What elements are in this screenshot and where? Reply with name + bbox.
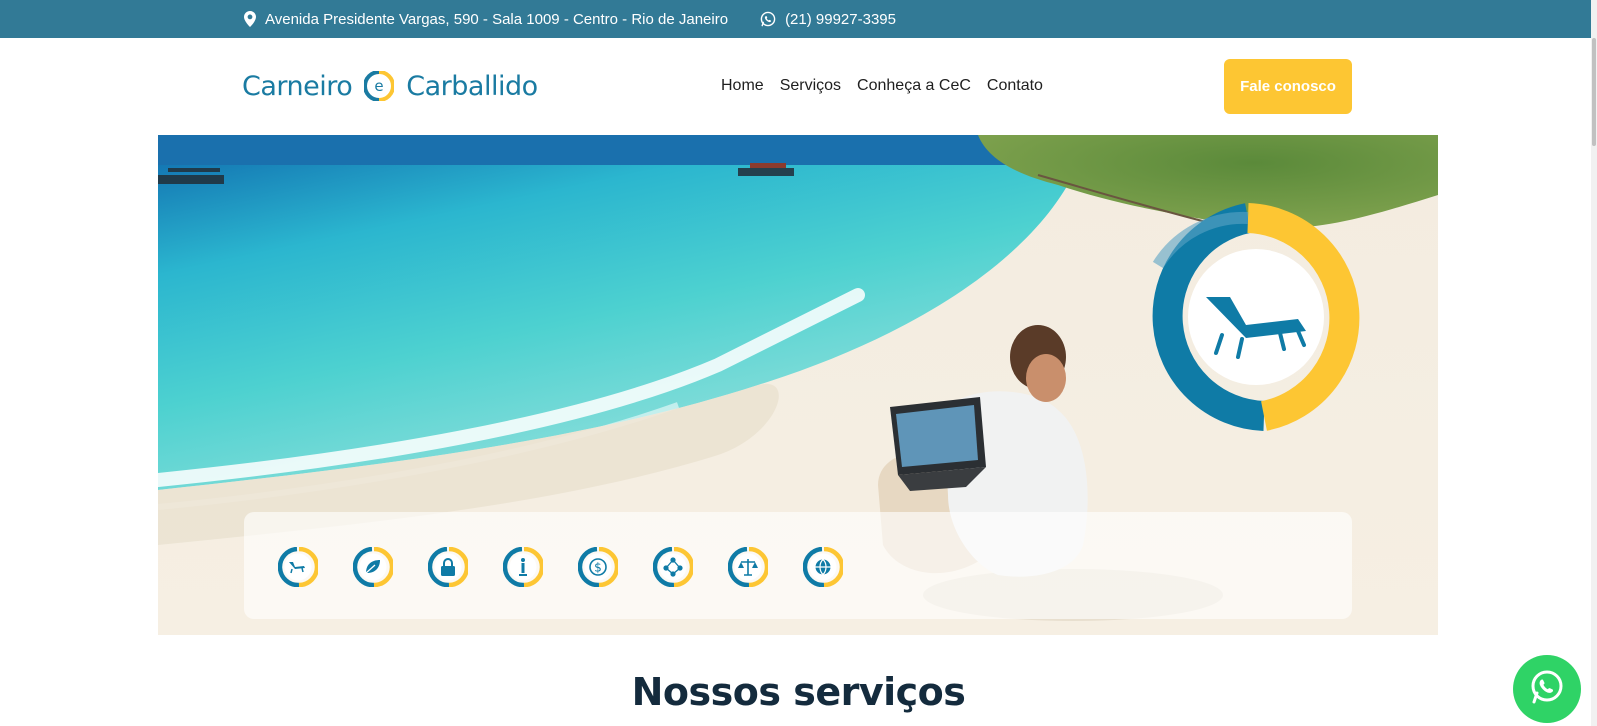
- logo-word-carballido: Carballido: [406, 70, 538, 102]
- logo-e-letter: e: [375, 77, 384, 95]
- service-leaf-icon[interactable]: [353, 547, 393, 587]
- address-text: Avenida Presidente Vargas, 590 - Sala 10…: [265, 10, 729, 28]
- service-scales-icon[interactable]: [728, 547, 768, 587]
- whatsapp-icon: [1527, 667, 1567, 712]
- fale-conosco-button[interactable]: Fale conosco: [1224, 59, 1352, 114]
- nav-conheca[interactable]: Conheça a CeC: [857, 77, 971, 95]
- service-dollar-icon[interactable]: $: [578, 547, 618, 587]
- service-lock-icon[interactable]: [428, 547, 468, 587]
- phone-text: (21) 99927-3395: [785, 10, 896, 28]
- whatsapp-button[interactable]: [1513, 655, 1581, 723]
- logo-e-mark: e: [364, 71, 395, 101]
- hero-banner: [158, 135, 1438, 635]
- service-network-icon[interactable]: [653, 547, 693, 587]
- address-item[interactable]: Avenida Presidente Vargas, 590 - Sala 10…: [244, 11, 728, 28]
- service-beach-chair-icon[interactable]: [278, 547, 318, 587]
- nav-contato[interactable]: Contato: [987, 77, 1043, 95]
- location-pin-icon: [244, 11, 256, 27]
- nav-home[interactable]: Home: [721, 77, 764, 95]
- top-info-bar: Avenida Presidente Vargas, 590 - Sala 10…: [0, 0, 1597, 38]
- service-info-icon[interactable]: [503, 547, 543, 587]
- service-globe-icon[interactable]: [803, 547, 843, 587]
- page-scrollbar[interactable]: [1591, 0, 1597, 726]
- nav-servicos[interactable]: Serviços: [780, 77, 841, 95]
- logo-word-carneiro: Carneiro: [242, 70, 353, 102]
- phone-item[interactable]: (21) 99927-3395: [760, 11, 896, 28]
- services-icons-panel: [244, 512, 1352, 619]
- site-logo[interactable]: Carneiro e Carballido: [242, 68, 538, 104]
- whatsapp-small-icon: [760, 11, 776, 27]
- scrollbar-thumb[interactable]: [1592, 38, 1596, 146]
- main-nav: Home Serviços Conheça a CeC Contato: [721, 77, 1043, 95]
- svg-text:$: $: [594, 561, 602, 575]
- section-title: Nossos serviços: [631, 670, 966, 714]
